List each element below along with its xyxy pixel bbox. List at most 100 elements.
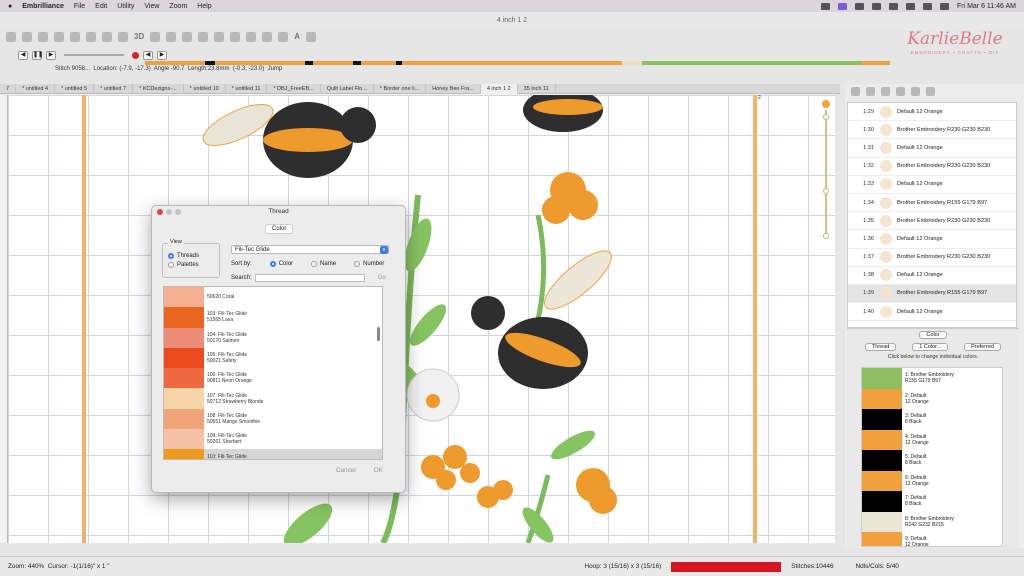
copy-icon[interactable]: [118, 32, 128, 42]
stop-icon[interactable]: [132, 51, 139, 59]
status-icon[interactable]: [905, 2, 915, 10]
color-swatch[interactable]: 2: Default 12 Orange: [862, 388, 1002, 409]
color-swatch-list[interactable]: 1: Brother Embroidery R155 G179 B97 2: Def…: [861, 367, 1003, 547]
thread-row[interactable]: 104: Fili-Tec Glide 50170 Salmon: [164, 327, 382, 348]
3d-view-button[interactable]: 3D: [134, 32, 144, 42]
color-swatch[interactable]: 7: Default 8 Black: [862, 491, 1002, 512]
color-swatch[interactable]: 9: Default 12 Orange: [862, 532, 1002, 546]
zoom-slider-handle[interactable]: [823, 233, 829, 239]
align-icon[interactable]: [246, 32, 257, 42]
cut-icon[interactable]: [102, 32, 112, 42]
minimize-button[interactable]: [166, 209, 172, 215]
step-row[interactable]: 1:31 Default 12 Orange: [848, 139, 1016, 158]
lock-icon[interactable]: [866, 87, 875, 96]
close-button[interactable]: [157, 209, 163, 215]
next-stitch-button[interactable]: ▶: [157, 50, 167, 60]
previous-stitch-button[interactable]: ◀: [143, 50, 153, 60]
menu-view[interactable]: View: [144, 3, 159, 10]
thread-icon[interactable]: [262, 32, 273, 42]
step-row[interactable]: 1:29 Default 12 Orange: [848, 103, 1016, 122]
thread-row[interactable]: 106: Fili-Tec Glide 90811 Neon Orange: [164, 368, 382, 389]
embroidery-design[interactable]: [8, 95, 835, 543]
menu-utility[interactable]: Utility: [117, 3, 134, 10]
zoom-icon[interactable]: [150, 32, 161, 42]
sort-name-radio[interactable]: Name: [311, 261, 336, 267]
step-row[interactable]: 1:38 Default 12 Orange: [848, 267, 1016, 285]
group-icon[interactable]: [881, 87, 890, 96]
document-tab[interactable]: * untitled 4: [16, 83, 56, 94]
document-tab[interactable]: * untitled 10: [184, 83, 226, 94]
thread-row[interactable]: 107: Fili-Tec Glide 50712 Strawberry Blon…: [164, 388, 382, 409]
zoom-slider-handle[interactable]: [823, 114, 829, 120]
one-color-button[interactable]: 1 Color...: [912, 343, 949, 351]
zoom-slider[interactable]: [822, 100, 830, 240]
ok-button[interactable]: OK: [374, 467, 383, 474]
layout-icon[interactable]: [230, 32, 241, 42]
thread-brand-select[interactable]: Fili-Tec Glide ▾: [231, 245, 389, 254]
thread-row[interactable]: 110: Fili-Tec Glide91375 Tangerine: [164, 449, 382, 459]
document-tab[interactable]: * untitled 11: [226, 83, 268, 94]
zoom-button[interactable]: [175, 209, 181, 215]
object-steps-list[interactable]: 1:29 Default 12 Orange 1:30 Brother Embroid…: [847, 102, 1017, 328]
document-tab[interactable]: * KCDezigns-...: [133, 83, 184, 94]
speed-slider[interactable]: [64, 54, 124, 56]
step-button[interactable]: ▶: [46, 50, 56, 60]
pointer-icon[interactable]: [214, 32, 225, 42]
color-swatch[interactable]: 1: Brother Embroidery R155 G179 B97: [862, 368, 1002, 389]
step-row[interactable]: 1:39 Brother Embroidery R155 G179 B97: [848, 284, 1016, 304]
preferred-button[interactable]: Preferred: [964, 343, 1002, 351]
color-swatch[interactable]: 6: Default 12 Orange: [862, 470, 1002, 491]
status-icon[interactable]: [854, 2, 864, 10]
color-swatch[interactable]: 3: Default 8 Black: [862, 409, 1002, 430]
search-input[interactable]: [254, 274, 365, 282]
view-palettes-radio[interactable]: Palettes: [168, 262, 219, 268]
grid-icon[interactable]: [851, 87, 860, 96]
screen-record-icon[interactable]: [837, 2, 847, 10]
pause-button[interactable]: ❚❚: [32, 50, 43, 60]
thread-row[interactable]: 50620 Coral: [164, 287, 382, 308]
lock-icon[interactable]: [926, 87, 935, 96]
sort-number-radio[interactable]: Number: [354, 261, 384, 267]
zoom-slider-handle[interactable]: [823, 188, 829, 194]
lock-icon[interactable]: [896, 87, 905, 96]
step-row[interactable]: 1:33 Default 12 Orange: [848, 176, 1016, 194]
measure-icon[interactable]: [166, 32, 177, 42]
save-icon[interactable]: [38, 32, 48, 42]
new-icon[interactable]: [6, 32, 16, 42]
document-tab[interactable]: 7: [0, 83, 17, 94]
rewind-button[interactable]: ◀: [18, 50, 28, 60]
design-canvas[interactable]: 2: [8, 95, 835, 543]
open-icon[interactable]: [22, 32, 32, 42]
thread-list[interactable]: 50620 Coral 103: Fili-Tec Glide 51565 Lava…: [163, 286, 383, 460]
thread-row[interactable]: 103: Fili-Tec Glide 51565 Lava: [164, 307, 382, 328]
document-tab[interactable]: 35 inch 11: [518, 83, 556, 94]
text-tool-icon[interactable]: A: [294, 32, 300, 42]
view-threads-radio[interactable]: Threads: [168, 253, 219, 259]
clock[interactable]: Fri Mar 6 11:46 AM: [957, 3, 1016, 10]
step-row[interactable]: 1:34 Brother Embroidery R155 G179 B97: [848, 194, 1016, 213]
color-swatch[interactable]: 5: Default 8 Black: [862, 450, 1002, 471]
cancel-button[interactable]: Cancel: [336, 467, 356, 474]
wifi-icon[interactable]: [922, 2, 932, 10]
thread-row[interactable]: 108: Fili-Tec Glide 50651 Mango Smoothie: [164, 408, 382, 430]
redo-icon[interactable]: [86, 32, 96, 42]
sort-color-radio[interactable]: Color: [269, 261, 293, 267]
stitch-color-timeline[interactable]: [145, 61, 890, 65]
thread-button[interactable]: Thread: [864, 343, 897, 351]
tab-color[interactable]: Color: [265, 224, 294, 234]
step-row[interactable]: 1:37 Brother Embroidery R230 G230 B230: [848, 249, 1016, 267]
color-panel-title[interactable]: Color: [919, 331, 947, 339]
step-row[interactable]: 1:35 Brother Embroidery R230 G230 B230: [848, 212, 1016, 231]
thread-row[interactable]: 109: Fili-Tec Glide 50261 Sherbert: [164, 429, 382, 450]
app-menu[interactable]: Embrilliance: [22, 3, 64, 10]
undo-icon[interactable]: [70, 32, 80, 42]
menu-help[interactable]: Help: [197, 3, 211, 10]
status-icon[interactable]: [871, 2, 881, 10]
menu-file[interactable]: File: [74, 3, 85, 10]
step-row[interactable]: 1:30 Brother Embroidery R230 G230 B230: [848, 121, 1016, 140]
status-icon[interactable]: [888, 2, 898, 10]
print-icon[interactable]: [54, 32, 64, 42]
battery-icon[interactable]: [939, 2, 949, 10]
zoom-slider-top-knob[interactable]: [822, 100, 830, 108]
step-row[interactable]: 1:36 Default 12 Orange: [848, 230, 1016, 249]
